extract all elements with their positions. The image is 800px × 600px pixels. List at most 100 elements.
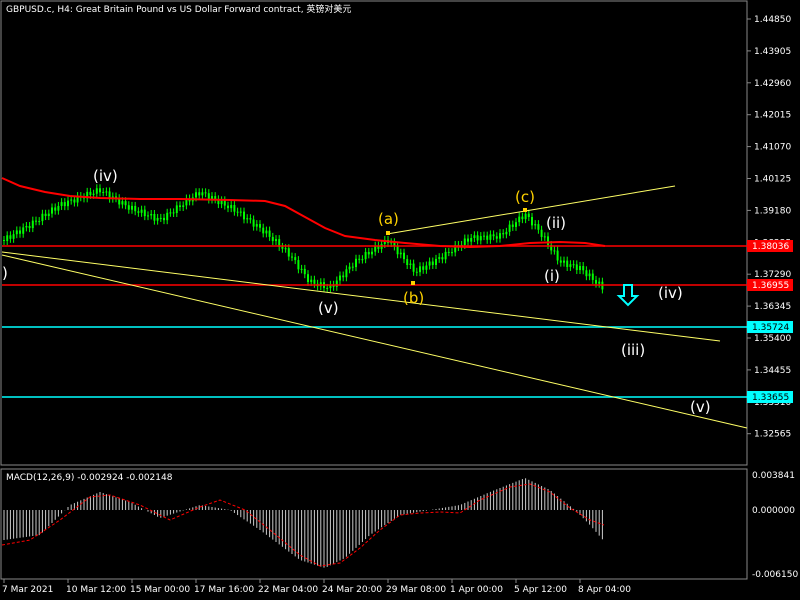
wave-label: (a) — [378, 210, 399, 228]
pivot-marker-b — [411, 281, 415, 285]
candle-body — [25, 225, 28, 228]
candle-body — [140, 209, 143, 213]
candle-body — [492, 234, 495, 237]
candle-body — [371, 251, 373, 255]
candle-body — [147, 215, 149, 217]
candle-body — [521, 216, 524, 220]
candle-body — [339, 275, 341, 281]
candle-body — [54, 207, 57, 211]
candle-body — [563, 260, 565, 263]
candle-body — [287, 248, 290, 257]
time-tick-label: 7 Mar 2021 — [2, 585, 53, 595]
pivot-marker-c — [523, 208, 527, 212]
candle-body — [598, 281, 601, 284]
candle-body — [67, 200, 69, 207]
candle-body — [415, 271, 418, 273]
candle-body — [47, 213, 50, 217]
wave-label: (ii) — [546, 214, 566, 232]
candle-body — [307, 274, 309, 283]
candle-body — [153, 213, 156, 221]
candle-body — [262, 227, 265, 234]
badge-label: 1.35724 — [752, 323, 789, 333]
candle-body — [201, 192, 204, 196]
price-tick-label: 1.43905 — [754, 47, 791, 57]
candle-body — [134, 205, 137, 212]
wave-label: (iii) — [621, 341, 645, 359]
chart-title: GBPUSD.c, H4: Great Britain Pound vs US … — [6, 3, 351, 15]
candle-body — [419, 266, 421, 273]
candle-body — [41, 213, 44, 222]
candle-body — [3, 240, 5, 242]
candle-body — [297, 260, 300, 270]
candle-body — [220, 200, 223, 205]
trading-chart[interactable]: GBPUSD.c, H4: Great Britain Pound vs US … — [0, 0, 800, 600]
candle-body — [422, 266, 425, 270]
wave-label: (c) — [515, 188, 535, 206]
candle-body — [543, 236, 546, 238]
candle-body — [284, 248, 287, 250]
candle-body — [511, 224, 514, 227]
candle-body — [361, 259, 364, 261]
macd-panel[interactable] — [0, 468, 748, 580]
candle-body — [35, 220, 37, 222]
candle-body — [73, 199, 76, 203]
wave-label: (iv) — [93, 167, 118, 185]
candle-body — [403, 252, 405, 260]
time-tick-label: 10 Mar 12:00 — [66, 585, 126, 595]
candle-body — [265, 230, 268, 234]
candle-body — [303, 268, 306, 275]
time-tick-label: 29 Mar 08:00 — [386, 585, 446, 595]
price-badge: 1.33655 — [747, 391, 793, 403]
price-tick-label: 1.42960 — [754, 79, 791, 89]
candle-body — [127, 205, 130, 210]
candle-body — [28, 225, 31, 229]
candle-body — [591, 273, 594, 280]
price-tick-label: 1.41070 — [754, 143, 791, 153]
price-axis: 1.44850 1.43905 1.42960 1.42015 1.41070 1.401… — [747, 15, 791, 440]
candle-body — [51, 207, 53, 214]
wave-label: (b) — [403, 289, 424, 307]
candle-body — [515, 222, 517, 227]
candle-body — [367, 251, 370, 255]
candle-body — [355, 258, 357, 268]
candle-body — [9, 235, 12, 239]
wave-label: (iv) — [658, 284, 683, 302]
candle-body — [505, 231, 508, 235]
time-tick-label: 17 Mar 16:00 — [194, 585, 254, 595]
candle-body — [291, 256, 293, 258]
candle-body — [479, 236, 482, 241]
price-tick-label: 1.34455 — [754, 366, 791, 376]
price-panel[interactable] — [0, 0, 748, 466]
badge-label: 1.38036 — [752, 242, 789, 252]
candle-body — [249, 218, 252, 220]
candle-body — [19, 230, 21, 234]
candle-body — [534, 224, 537, 226]
price-badge: 1.35724 — [747, 321, 793, 333]
candle-body — [60, 202, 63, 206]
candle-body — [172, 212, 175, 214]
candle-body — [364, 251, 367, 260]
time-tick-label: 15 Mar 00:00 — [130, 585, 190, 595]
candle-body — [444, 251, 447, 260]
macd-tick: -0.006150 — [752, 570, 798, 580]
candle-body — [524, 213, 527, 220]
candle-body — [556, 250, 559, 261]
candle-body — [527, 213, 530, 217]
candle-body — [409, 263, 412, 265]
candle-body — [537, 224, 540, 230]
candle-body — [204, 192, 207, 194]
candle-body — [105, 191, 108, 193]
candle-body — [70, 199, 73, 201]
price-tick-label: 1.32565 — [754, 430, 791, 440]
candle-body — [351, 266, 354, 268]
candle-body — [313, 279, 316, 284]
candle-body — [281, 246, 284, 249]
wave-label: ) — [2, 264, 8, 282]
candle-body — [502, 233, 505, 235]
candle-body — [438, 257, 441, 259]
candle-body — [559, 260, 562, 263]
candle-body — [342, 275, 345, 278]
candle-body — [182, 205, 185, 207]
candle-body — [582, 265, 585, 271]
candle-body — [547, 236, 549, 245]
